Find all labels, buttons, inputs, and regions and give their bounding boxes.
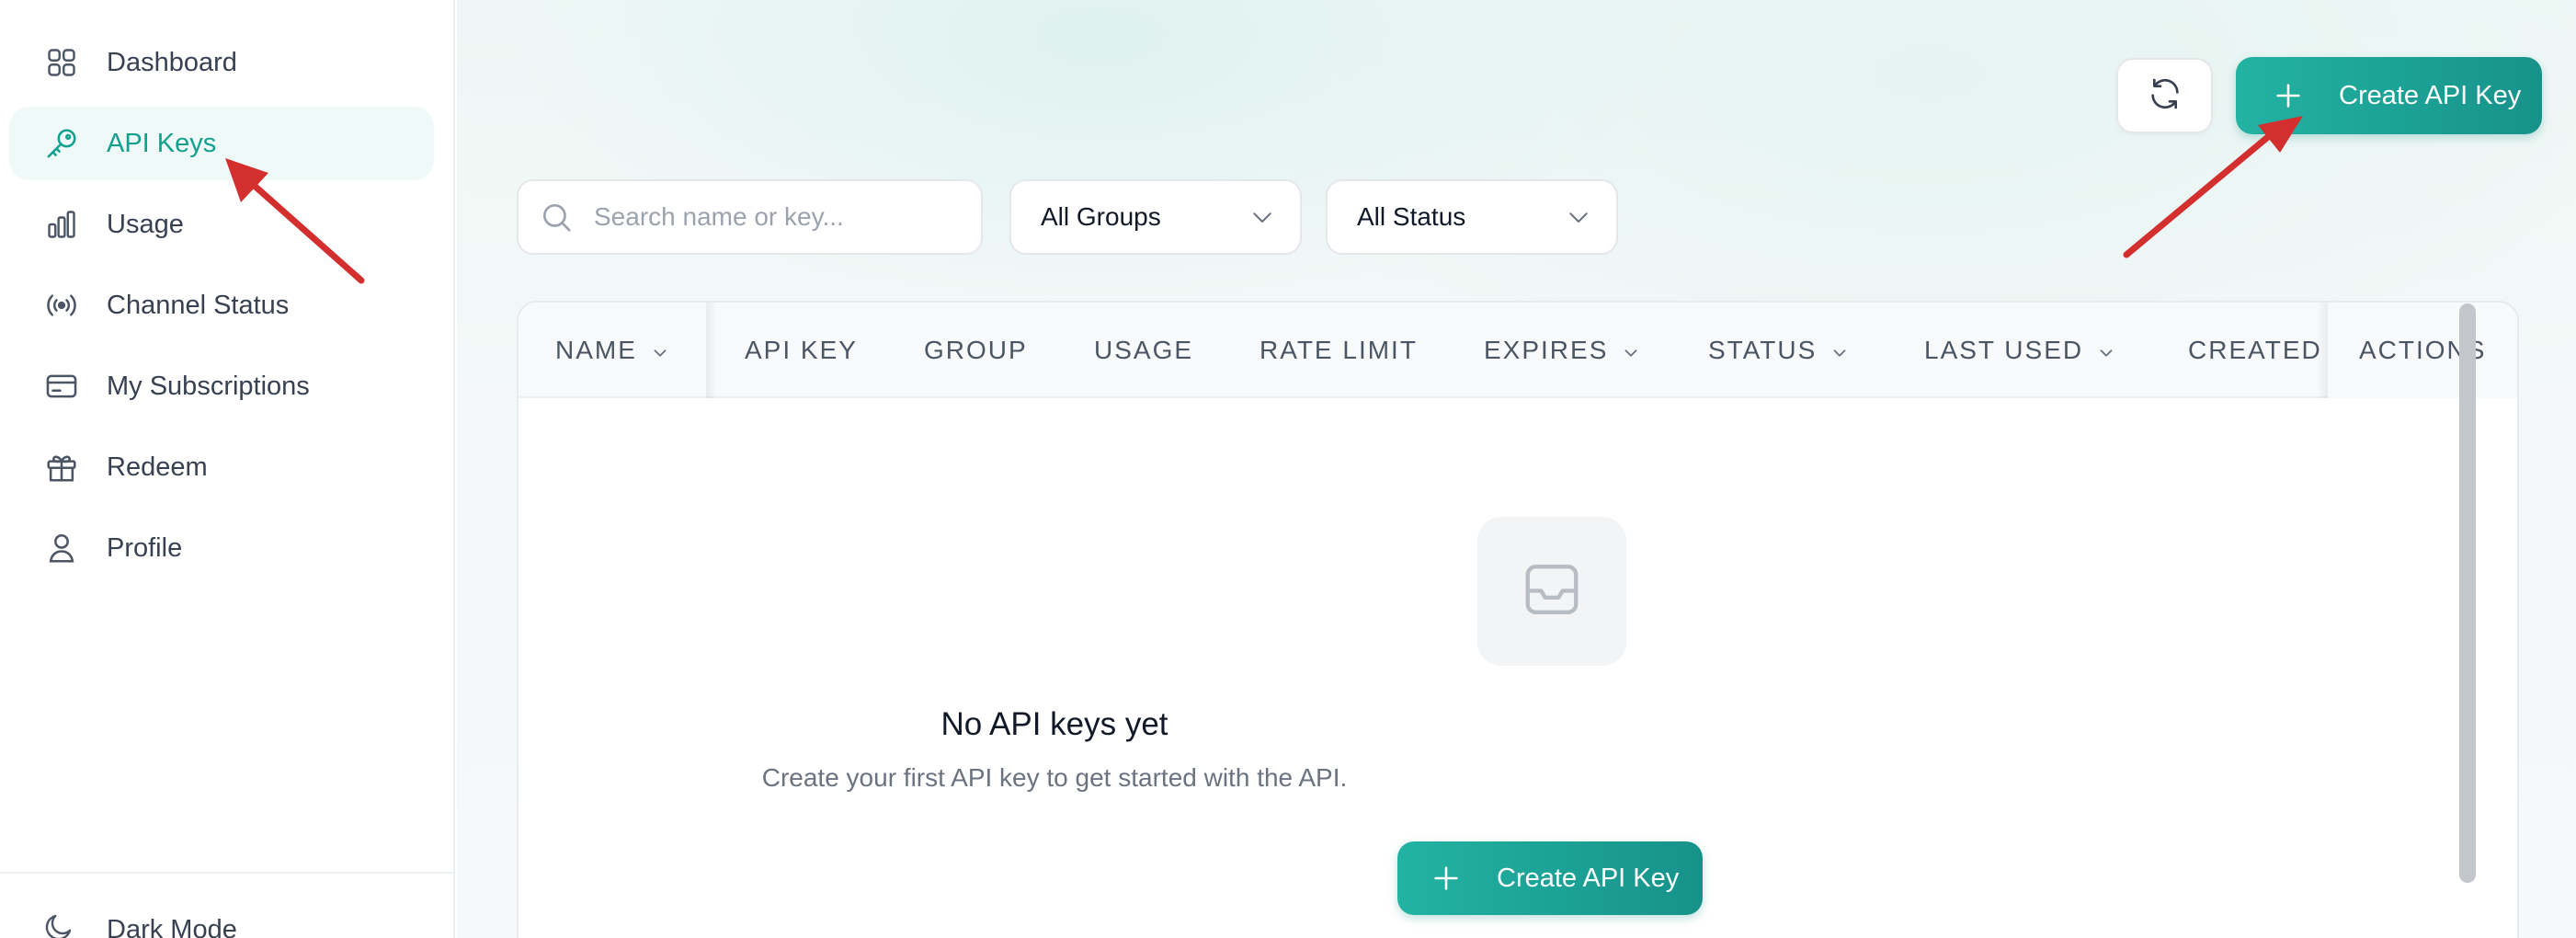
sidebar-nav: Dashboard API Keys Usage Channel Status …: [9, 26, 434, 592]
empty-state-icon-box: [1477, 517, 1626, 666]
column-header-label: NAME: [555, 336, 637, 364]
sidebar: Dashboard API Keys Usage Channel Status …: [0, 0, 455, 938]
bar-chart-icon: [42, 205, 81, 244]
create-api-key-button[interactable]: Create API Key: [2236, 57, 2542, 134]
sort-chevron-icon: [650, 340, 670, 360]
column-header-label: USAGE: [1094, 336, 1194, 364]
sidebar-item-my-subscriptions[interactable]: My Subscriptions: [9, 349, 434, 423]
column-header-label: EXPIRES: [1484, 336, 1609, 364]
column-header-usage: USAGE: [1094, 303, 1193, 398]
empty-state-title: No API keys yet: [940, 706, 1168, 742]
column-divider-shadow: [706, 303, 717, 398]
column-header-group: GROUP: [924, 303, 1028, 398]
table-scrollbar[interactable]: [2459, 303, 2476, 883]
sidebar-item-profile[interactable]: Profile: [9, 511, 434, 585]
column-header-created: CREATED: [2188, 303, 2322, 398]
sort-chevron-icon: [1621, 340, 1641, 360]
column-header-label: LAST USED: [1924, 336, 2084, 364]
plus-icon: [2273, 80, 2304, 111]
sort-chevron-icon: [2096, 340, 2116, 360]
sidebar-item-label: My Subscriptions: [107, 371, 310, 401]
sidebar-item-label: Redeem: [107, 452, 208, 482]
table-header: NAME API KEY GROUP USAGE RATE LIMIT EXPI…: [519, 303, 2517, 398]
column-header-last-used[interactable]: LAST USED: [1924, 303, 2116, 398]
grid-icon: [42, 43, 81, 82]
sort-chevron-icon: [1829, 340, 1850, 360]
key-icon: [42, 124, 81, 163]
column-header-label: API KEY: [745, 336, 858, 364]
column-header-api-key: API KEY: [745, 303, 858, 398]
search-input[interactable]: [594, 202, 962, 232]
moon-icon: [42, 910, 81, 938]
sidebar-item-label: Profile: [107, 532, 183, 563]
inbox-icon: [1520, 557, 1584, 626]
column-header-status[interactable]: STATUS: [1708, 303, 1850, 398]
search-icon: [539, 200, 574, 234]
sidebar-divider: [0, 872, 455, 874]
sidebar-item-usage[interactable]: Usage: [9, 188, 434, 261]
credit-card-icon: [42, 367, 81, 406]
group-filter-select[interactable]: All Groups: [1009, 179, 1302, 255]
refresh-button[interactable]: [2116, 58, 2213, 133]
group-filter-value: All Groups: [1041, 202, 1161, 231]
dark-mode-toggle[interactable]: Dark Mode: [42, 910, 237, 938]
column-header-label: CREATED: [2188, 336, 2322, 364]
dark-mode-label: Dark Mode: [107, 914, 237, 938]
column-header-expires[interactable]: EXPIRES: [1484, 303, 1641, 398]
empty-state-create-button[interactable]: Create API Key: [1397, 841, 1703, 915]
sidebar-item-dashboard[interactable]: Dashboard: [9, 26, 434, 99]
main-content: Create API Key All Groups All Status NAM…: [457, 0, 2576, 938]
sidebar-item-api-keys[interactable]: API Keys: [9, 107, 434, 180]
empty-state-create-label: Create API Key: [1497, 863, 1680, 893]
sidebar-item-label: Channel Status: [107, 290, 290, 320]
user-icon: [42, 529, 81, 567]
refresh-icon: [2147, 75, 2183, 117]
chevron-down-icon: [1565, 203, 1592, 231]
sidebar-item-redeem[interactable]: Redeem: [9, 430, 434, 504]
search-box: [517, 179, 983, 255]
status-filter-value: All Status: [1357, 202, 1466, 231]
column-header-rate-limit: RATE LIMIT: [1260, 303, 1418, 398]
chevron-down-icon: [1248, 203, 1276, 231]
sidebar-item-label: Dashboard: [107, 47, 237, 77]
status-filter-select[interactable]: All Status: [1326, 179, 1618, 255]
plus-icon: [1430, 863, 1462, 894]
sidebar-item-label: API Keys: [107, 128, 217, 158]
column-header-label: GROUP: [924, 336, 1028, 364]
column-header-label: STATUS: [1708, 336, 1818, 364]
sidebar-item-label: Usage: [107, 209, 184, 239]
column-header-label: RATE LIMIT: [1260, 336, 1418, 364]
sidebar-item-channel-status[interactable]: Channel Status: [9, 269, 434, 342]
gift-icon: [42, 448, 81, 486]
empty-state-subtitle: Create your first API key to get started…: [761, 763, 1348, 792]
create-api-key-label: Create API Key: [2339, 80, 2522, 110]
column-header-name[interactable]: NAME: [555, 303, 670, 398]
broadcast-icon: [42, 286, 81, 325]
